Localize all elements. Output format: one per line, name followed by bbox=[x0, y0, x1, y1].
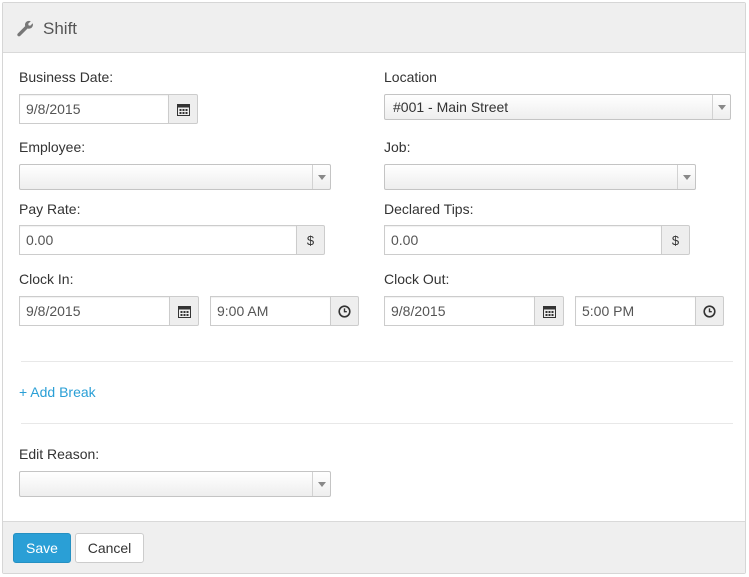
clock-icon bbox=[338, 304, 351, 318]
clock-out-date-input[interactable]: 9/8/2015 bbox=[384, 296, 534, 326]
edit-reason-label: Edit Reason: bbox=[19, 446, 100, 462]
clock-out-calendar-button[interactable] bbox=[534, 296, 564, 326]
calendar-icon bbox=[542, 305, 556, 318]
clock-icon bbox=[703, 304, 716, 318]
declared-tips-input[interactable]: 0.00 bbox=[384, 225, 661, 255]
clock-out-time-input[interactable]: 5:00 PM bbox=[575, 296, 695, 326]
business-date-calendar-button[interactable] bbox=[168, 94, 198, 124]
declared-tips-currency-addon: $ bbox=[661, 225, 690, 255]
location-label: Location bbox=[384, 69, 437, 85]
clock-out-time-button[interactable] bbox=[695, 296, 724, 326]
pay-rate-currency-addon: $ bbox=[296, 225, 325, 255]
chevron-down-icon bbox=[312, 472, 330, 496]
add-break-link[interactable]: + Add Break bbox=[19, 384, 96, 400]
clock-in-time-button[interactable] bbox=[330, 296, 359, 326]
save-button[interactable]: Save bbox=[13, 533, 71, 563]
calendar-icon bbox=[177, 305, 191, 318]
pay-rate-input[interactable]: 0.00 bbox=[19, 225, 296, 255]
chevron-down-icon bbox=[677, 165, 695, 189]
panel-header: Shift bbox=[3, 3, 745, 53]
job-select[interactable] bbox=[384, 164, 696, 190]
declared-tips-label: Declared Tips: bbox=[384, 201, 474, 217]
chevron-down-icon bbox=[312, 165, 330, 189]
clock-in-label: Clock In: bbox=[19, 271, 74, 287]
job-label: Job: bbox=[384, 139, 411, 155]
clock-in-calendar-button[interactable] bbox=[169, 296, 199, 326]
shift-panel: Shift Business Date: 9/8/2015 Location #… bbox=[2, 2, 746, 574]
panel-title: Shift bbox=[43, 19, 78, 38]
business-date-input[interactable]: 9/8/2015 bbox=[19, 94, 168, 124]
wrench-icon bbox=[17, 20, 33, 37]
clock-out-label: Clock Out: bbox=[384, 271, 450, 287]
calendar-icon bbox=[176, 103, 190, 116]
employee-label: Employee: bbox=[19, 139, 86, 155]
clock-in-date-input[interactable]: 9/8/2015 bbox=[19, 296, 169, 326]
pay-rate-label: Pay Rate: bbox=[19, 201, 81, 217]
section-divider bbox=[21, 361, 733, 362]
panel-footer: Save Cancel bbox=[3, 521, 745, 573]
business-date-label: Business Date: bbox=[19, 69, 114, 85]
location-value: #001 - Main Street bbox=[393, 99, 509, 115]
chevron-down-icon bbox=[712, 95, 730, 119]
cancel-button[interactable]: Cancel bbox=[75, 533, 144, 563]
section-divider bbox=[21, 423, 733, 424]
clock-in-time-input[interactable]: 9:00 AM bbox=[210, 296, 330, 326]
location-select[interactable]: #001 - Main Street bbox=[384, 94, 731, 120]
edit-reason-select[interactable] bbox=[19, 471, 331, 497]
employee-select[interactable] bbox=[19, 164, 331, 190]
